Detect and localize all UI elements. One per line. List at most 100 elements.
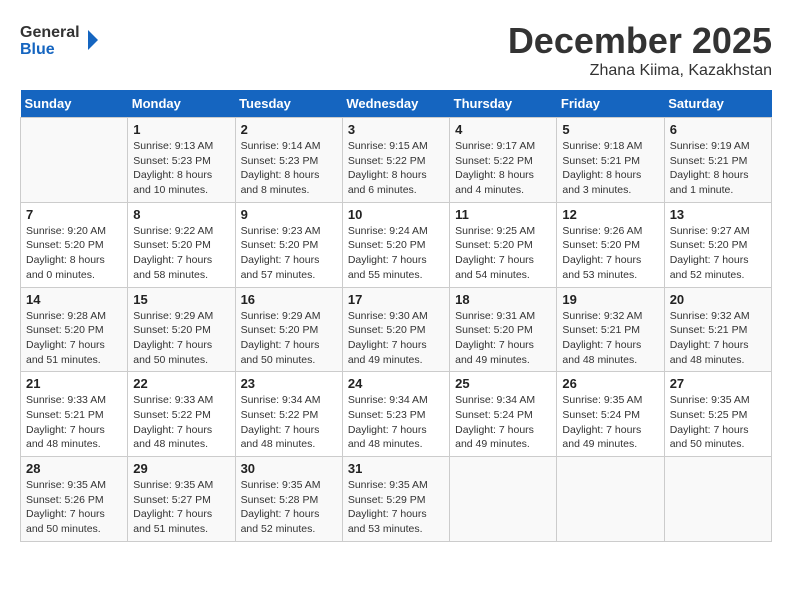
day-number: 10 xyxy=(348,207,444,222)
day-number: 24 xyxy=(348,376,444,391)
day-info: Sunrise: 9:35 AMSunset: 5:28 PMDaylight:… xyxy=(241,478,337,537)
calendar-cell: 12 Sunrise: 9:26 AMSunset: 5:20 PMDayligh… xyxy=(557,202,664,287)
day-header-sunday: Sunday xyxy=(21,90,128,118)
day-number: 17 xyxy=(348,292,444,307)
day-info: Sunrise: 9:35 AMSunset: 5:24 PMDaylight:… xyxy=(562,393,658,452)
day-number: 30 xyxy=(241,461,337,476)
day-header-friday: Friday xyxy=(557,90,664,118)
day-number: 15 xyxy=(133,292,229,307)
calendar-cell: 28Sunrise: 9:35 AMSunset: 5:26 PMDayligh… xyxy=(21,457,128,542)
day-number: 13 xyxy=(670,207,766,222)
day-number: 26 xyxy=(562,376,658,391)
day-number: 23 xyxy=(241,376,337,391)
calendar-cell: 10 Sunrise: 9:24 AMSunset: 5:20 PMDayligh… xyxy=(342,202,449,287)
day-header-monday: Monday xyxy=(128,90,235,118)
day-info: Sunrise: 9:18 AMSunset: 5:21 PMDaylight:… xyxy=(562,139,658,198)
day-info: Sunrise: 9:35 AMSunset: 5:25 PMDaylight:… xyxy=(670,393,766,452)
day-number: 20 xyxy=(670,292,766,307)
svg-text:General: General xyxy=(20,24,80,41)
calendar-cell: 19 Sunrise: 9:32 AMSunset: 5:21 PMDayligh… xyxy=(557,287,664,372)
day-info: Sunrise: 9:19 AMSunset: 5:21 PMDaylight:… xyxy=(670,139,766,198)
day-info: Sunrise: 9:32 AMSunset: 5:21 PMDaylight:… xyxy=(670,309,766,368)
day-number: 27 xyxy=(670,376,766,391)
day-header-wednesday: Wednesday xyxy=(342,90,449,118)
day-info: Sunrise: 9:24 AMSunset: 5:20 PMDaylight:… xyxy=(348,224,444,283)
day-number: 28 xyxy=(26,461,122,476)
calendar-cell xyxy=(450,457,557,542)
calendar-cell: 24Sunrise: 9:34 AMSunset: 5:23 PMDayligh… xyxy=(342,372,449,457)
day-info: Sunrise: 9:27 AMSunset: 5:20 PMDaylight:… xyxy=(670,224,766,283)
calendar-cell: 6 Sunrise: 9:19 AMSunset: 5:21 PMDaylight… xyxy=(664,118,771,203)
calendar-week-row: 28Sunrise: 9:35 AMSunset: 5:26 PMDayligh… xyxy=(21,457,772,542)
day-info: Sunrise: 9:15 AMSunset: 5:22 PMDaylight:… xyxy=(348,139,444,198)
calendar-cell xyxy=(21,118,128,203)
day-info: Sunrise: 9:33 AMSunset: 5:21 PMDaylight:… xyxy=(26,393,122,452)
calendar-cell: 20 Sunrise: 9:32 AMSunset: 5:21 PMDayligh… xyxy=(664,287,771,372)
calendar-cell: 9 Sunrise: 9:23 AMSunset: 5:20 PMDaylight… xyxy=(235,202,342,287)
day-number: 2 xyxy=(241,122,337,137)
day-info: Sunrise: 9:30 AMSunset: 5:20 PMDaylight:… xyxy=(348,309,444,368)
calendar-cell: 4Sunrise: 9:17 AMSunset: 5:22 PMDaylight… xyxy=(450,118,557,203)
calendar-header-row: SundayMondayTuesdayWednesdayThursdayFrid… xyxy=(21,90,772,118)
day-number: 14 xyxy=(26,292,122,307)
day-number: 25 xyxy=(455,376,551,391)
calendar-cell: 25 Sunrise: 9:34 AMSunset: 5:24 PMDayligh… xyxy=(450,372,557,457)
calendar-cell: 11Sunrise: 9:25 AMSunset: 5:20 PMDayligh… xyxy=(450,202,557,287)
day-number: 18 xyxy=(455,292,551,307)
location: Zhana Kiima, Kazakhstan xyxy=(508,62,772,80)
day-info: Sunrise: 9:14 AMSunset: 5:23 PMDaylight:… xyxy=(241,139,337,198)
calendar-cell: 13 Sunrise: 9:27 AMSunset: 5:20 PMDayligh… xyxy=(664,202,771,287)
svg-text:Blue: Blue xyxy=(20,41,55,58)
day-number: 21 xyxy=(26,376,122,391)
day-info: Sunrise: 9:35 AMSunset: 5:29 PMDaylight:… xyxy=(348,478,444,537)
day-info: Sunrise: 9:34 AMSunset: 5:24 PMDaylight:… xyxy=(455,393,551,452)
day-number: 1 xyxy=(133,122,229,137)
calendar-cell: 3Sunrise: 9:15 AMSunset: 5:22 PMDaylight… xyxy=(342,118,449,203)
day-number: 11 xyxy=(455,207,551,222)
calendar-cell: 7Sunrise: 9:20 AMSunset: 5:20 PMDaylight… xyxy=(21,202,128,287)
day-number: 16 xyxy=(241,292,337,307)
day-info: Sunrise: 9:26 AMSunset: 5:20 PMDaylight:… xyxy=(562,224,658,283)
day-info: Sunrise: 9:23 AMSunset: 5:20 PMDaylight:… xyxy=(241,224,337,283)
day-info: Sunrise: 9:35 AMSunset: 5:27 PMDaylight:… xyxy=(133,478,229,537)
day-number: 5 xyxy=(562,122,658,137)
day-number: 8 xyxy=(133,207,229,222)
calendar-cell: 30 Sunrise: 9:35 AMSunset: 5:28 PMDayligh… xyxy=(235,457,342,542)
day-info: Sunrise: 9:34 AMSunset: 5:22 PMDaylight:… xyxy=(241,393,337,452)
day-number: 12 xyxy=(562,207,658,222)
calendar-cell: 27 Sunrise: 9:35 AMSunset: 5:25 PMDayligh… xyxy=(664,372,771,457)
day-header-tuesday: Tuesday xyxy=(235,90,342,118)
day-info: Sunrise: 9:33 AMSunset: 5:22 PMDaylight:… xyxy=(133,393,229,452)
calendar-cell: 22 Sunrise: 9:33 AMSunset: 5:22 PMDayligh… xyxy=(128,372,235,457)
calendar-table: SundayMondayTuesdayWednesdayThursdayFrid… xyxy=(20,90,772,542)
day-number: 19 xyxy=(562,292,658,307)
day-info: Sunrise: 9:13 AMSunset: 5:23 PMDaylight:… xyxy=(133,139,229,198)
day-number: 31 xyxy=(348,461,444,476)
calendar-cell: 23 Sunrise: 9:34 AMSunset: 5:22 PMDayligh… xyxy=(235,372,342,457)
day-info: Sunrise: 9:29 AMSunset: 5:20 PMDaylight:… xyxy=(133,309,229,368)
calendar-week-row: 21 Sunrise: 9:33 AMSunset: 5:21 PMDayligh… xyxy=(21,372,772,457)
day-info: Sunrise: 9:31 AMSunset: 5:20 PMDaylight:… xyxy=(455,309,551,368)
calendar-cell: 5 Sunrise: 9:18 AMSunset: 5:21 PMDaylight… xyxy=(557,118,664,203)
calendar-cell: 14 Sunrise: 9:28 AMSunset: 5:20 PMDayligh… xyxy=(21,287,128,372)
title-block: December 2025 Zhana Kiima, Kazakhstan xyxy=(508,20,772,80)
day-number: 6 xyxy=(670,122,766,137)
logo-icon: GeneralBlue xyxy=(20,20,100,60)
calendar-week-row: 7Sunrise: 9:20 AMSunset: 5:20 PMDaylight… xyxy=(21,202,772,287)
calendar-cell: 1 Sunrise: 9:13 AMSunset: 5:23 PMDaylight… xyxy=(128,118,235,203)
day-info: Sunrise: 9:32 AMSunset: 5:21 PMDaylight:… xyxy=(562,309,658,368)
calendar-cell xyxy=(557,457,664,542)
day-info: Sunrise: 9:20 AMSunset: 5:20 PMDaylight:… xyxy=(26,224,122,283)
calendar-cell: 16 Sunrise: 9:29 AMSunset: 5:20 PMDayligh… xyxy=(235,287,342,372)
calendar-cell: 17 Sunrise: 9:30 AMSunset: 5:20 PMDayligh… xyxy=(342,287,449,372)
calendar-cell: 31 Sunrise: 9:35 AMSunset: 5:29 PMDayligh… xyxy=(342,457,449,542)
calendar-cell: 18 Sunrise: 9:31 AMSunset: 5:20 PMDayligh… xyxy=(450,287,557,372)
day-header-saturday: Saturday xyxy=(664,90,771,118)
day-info: Sunrise: 9:29 AMSunset: 5:20 PMDaylight:… xyxy=(241,309,337,368)
day-number: 22 xyxy=(133,376,229,391)
day-info: Sunrise: 9:28 AMSunset: 5:20 PMDaylight:… xyxy=(26,309,122,368)
calendar-week-row: 1 Sunrise: 9:13 AMSunset: 5:23 PMDaylight… xyxy=(21,118,772,203)
day-number: 9 xyxy=(241,207,337,222)
calendar-cell: 2 Sunrise: 9:14 AMSunset: 5:23 PMDaylight… xyxy=(235,118,342,203)
calendar-week-row: 14 Sunrise: 9:28 AMSunset: 5:20 PMDayligh… xyxy=(21,287,772,372)
